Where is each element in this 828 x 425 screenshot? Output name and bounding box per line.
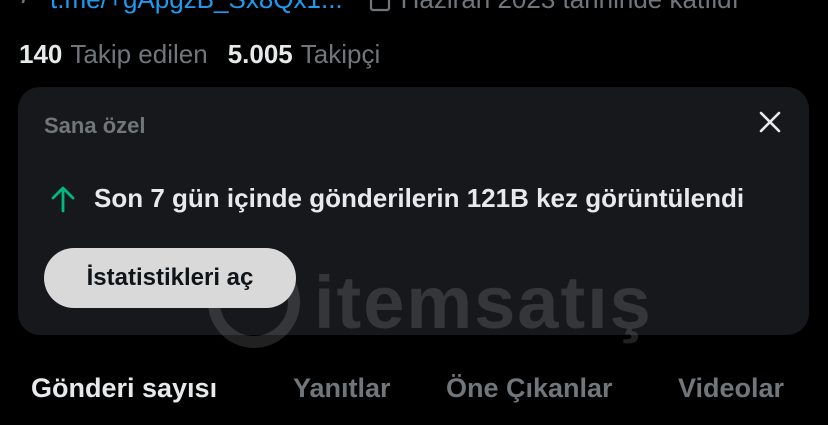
tab-posts[interactable]: Gönderi sayısı [31,358,217,418]
following-label: Takip edilen [70,38,208,69]
profile-tabs: Gönderi sayısı Yanıtlar Öne Çıkanlar Vid… [0,358,828,418]
followers-label: Takipçi [300,38,381,69]
card-title: Sana özel [44,113,146,138]
followers-count: 5.005 [227,38,293,69]
close-button[interactable] [755,109,785,139]
profile-link[interactable]: t.me/+gApgzB_Sx8Qx1... [50,0,343,15]
following-count: 140 [19,38,63,69]
followers-link[interactable]: 5.005 Takipçi [228,39,381,70]
profile-page: t.me/+gApgzB_Sx8Qx1... Haziran 2023 tari… [0,0,828,425]
stat-text: Son 7 gün içinde gönderilerin 121B kez g… [94,183,745,213]
stat-row: Son 7 gün içinde gönderilerin 121B kez g… [48,183,744,214]
personalized-stats-card: Sana özel itemsatış Son 7 gün içinde gön… [18,87,809,348]
close-icon [758,110,782,139]
tab-videos[interactable]: Videolar [678,358,784,418]
tab-replies[interactable]: Yanıtlar [293,358,391,418]
link-icon [20,0,40,9]
calendar-icon [369,0,391,12]
arrow-up-icon [48,184,78,214]
profile-meta-row: t.me/+gApgzB_Sx8Qx1... Haziran 2023 tari… [20,0,739,15]
follow-counts: 140 Takip edilen 5.005 Takipçi [19,34,380,74]
watermark-text: itemsatış [314,260,653,344]
joined-date: Haziran 2023 tarihinde katıldı [401,0,739,15]
open-analytics-button[interactable]: İstatistikleri aç [44,248,296,308]
tab-highlights[interactable]: Öne Çıkanlar [446,358,613,418]
following-link[interactable]: 140 Takip edilen [19,39,208,70]
